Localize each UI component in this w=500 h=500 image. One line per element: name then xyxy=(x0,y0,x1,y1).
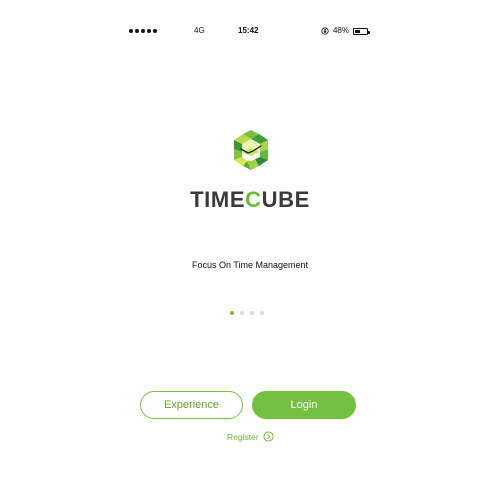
signal-dot xyxy=(141,29,145,33)
signal-dot xyxy=(135,29,139,33)
lock-icon xyxy=(321,27,329,35)
page-indicator-dot[interactable] xyxy=(230,311,234,315)
onboarding-screen: 4G 15:42 48% TIMECUBE Focus On Time Mana… xyxy=(110,0,390,500)
signal-dot xyxy=(129,29,133,33)
chevron-right-circle-icon xyxy=(263,431,274,442)
network-label: 4G xyxy=(194,26,205,35)
wordmark-accent-letter: C xyxy=(245,187,262,212)
page-indicator-dot[interactable] xyxy=(250,311,254,315)
signal-strength-indicator xyxy=(129,26,157,36)
battery-fill xyxy=(355,29,360,33)
battery-percentage: 48% xyxy=(332,26,349,35)
timecube-logo xyxy=(234,130,268,170)
tagline: Focus On Time Management xyxy=(191,260,309,270)
page-indicator-dot[interactable] xyxy=(260,311,264,315)
wordmark-suffix: UBE xyxy=(261,187,310,212)
page-indicator-dot[interactable] xyxy=(240,311,244,315)
experience-button[interactable]: Experience xyxy=(140,391,243,419)
battery-icon xyxy=(353,27,370,35)
register-link[interactable]: Register xyxy=(227,431,274,442)
status-bar: 4G 15:42 48% xyxy=(110,0,390,40)
status-time: 15:42 xyxy=(238,26,259,35)
signal-dot xyxy=(153,29,157,33)
carousel-pagination xyxy=(230,310,270,316)
battery-cap xyxy=(368,30,370,34)
wordmark-prefix: TIME xyxy=(190,187,246,212)
login-button[interactable]: Login xyxy=(252,391,356,419)
battery-status: 48% xyxy=(321,26,370,36)
register-label: Register xyxy=(227,431,259,442)
timecube-wordmark: TIMECUBE xyxy=(185,187,315,212)
signal-dot xyxy=(147,29,151,33)
